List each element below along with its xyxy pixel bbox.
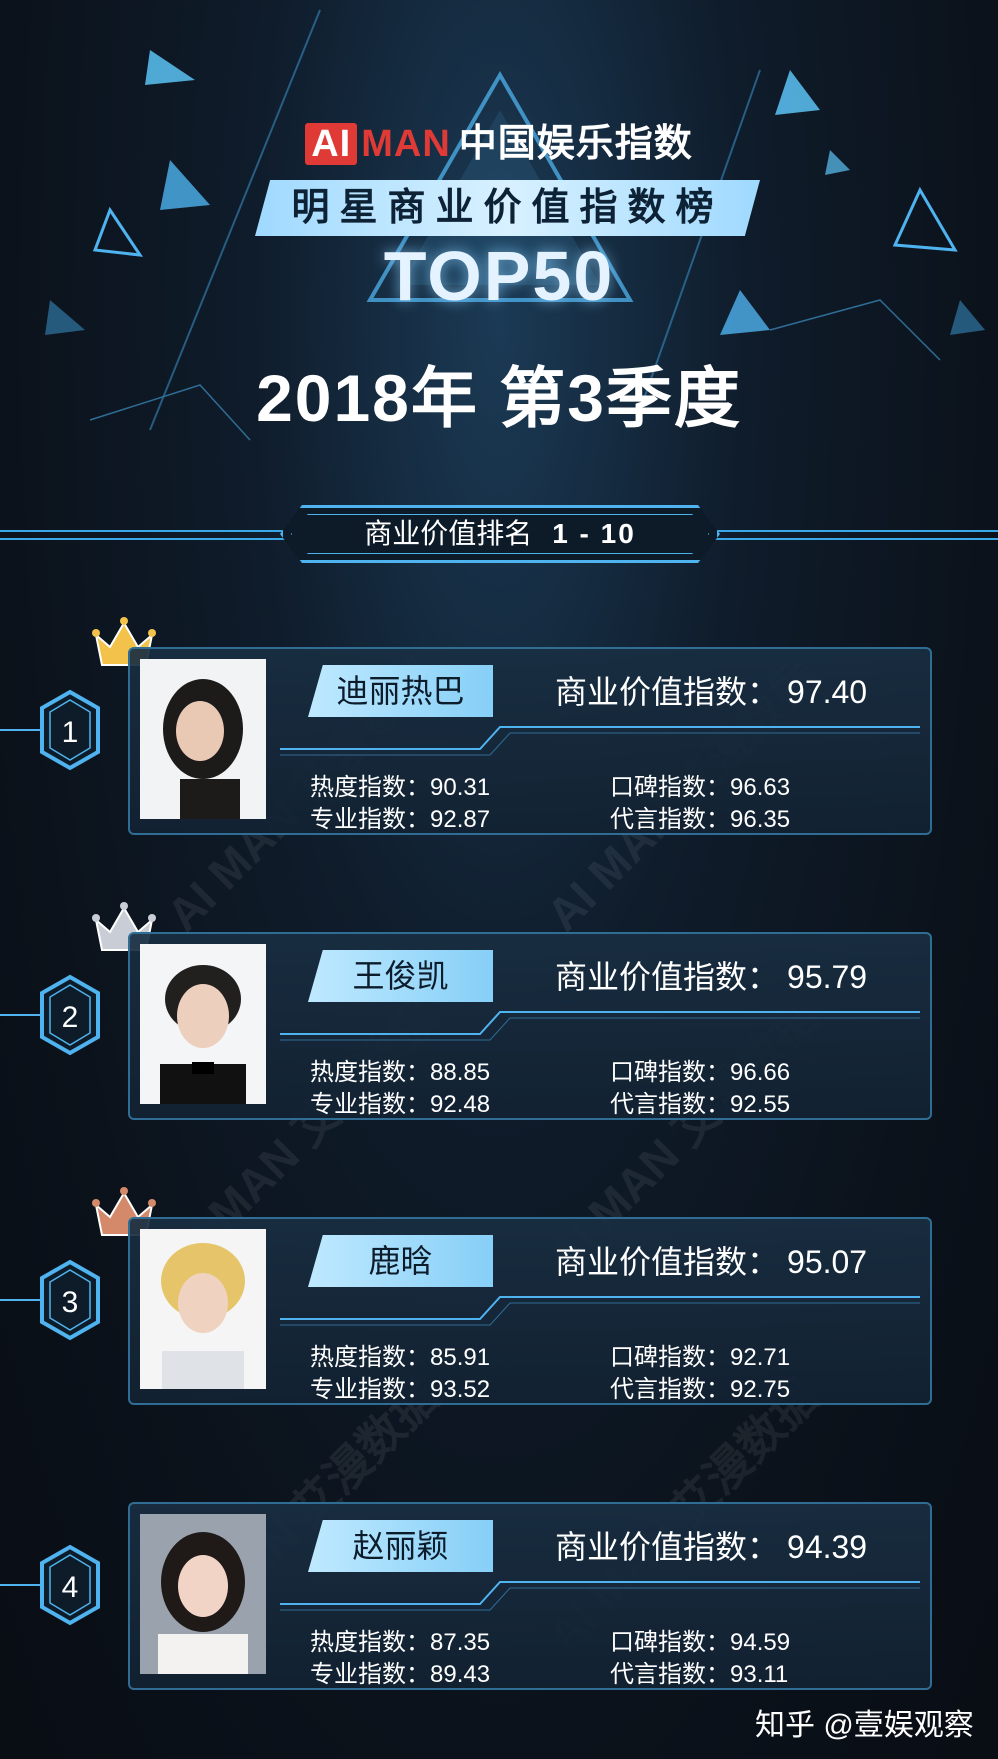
top50-title: TOP50 (383, 237, 615, 315)
rank-number: 3 (62, 1286, 79, 1319)
rank-4-badge: 4 (40, 1544, 100, 1626)
rank-number: 2 (62, 1001, 79, 1034)
endorsement-index: 代言指数：92.75 (610, 1376, 791, 1403)
heat-index: 热度指数：85.91 (310, 1344, 491, 1371)
endorsement-index: 代言指数：92.55 (610, 1091, 791, 1118)
avatar (140, 1229, 266, 1389)
heat-index: 热度指数：88.85 (310, 1059, 491, 1086)
reputation-index: 口碑指数：92.71 (610, 1344, 791, 1371)
rank-number: 1 (62, 716, 79, 749)
rank-1-badge: 1 (40, 689, 100, 771)
divider-lines (280, 1011, 920, 1041)
professional-index: 专业指数：92.48 (310, 1091, 491, 1118)
star-name: 赵丽颖 (308, 1520, 493, 1572)
star-name: 王俊凯 (308, 950, 493, 1002)
reputation-index: 口碑指数：94.59 (610, 1629, 791, 1656)
season-title: 2018年 第3季度 (256, 361, 742, 435)
avatar (140, 944, 266, 1104)
endorsement-index: 代言指数：93.11 (610, 1661, 789, 1688)
commercial-value-score: 商业价值指数： 95.07 (555, 1244, 868, 1280)
heat-index: 热度指数：90.31 (310, 774, 491, 801)
reputation-index: 口碑指数：96.66 (610, 1059, 791, 1086)
avatar (140, 1514, 266, 1674)
source-credit: 知乎 @壹娱观察 (755, 1709, 974, 1742)
commercial-value-score: 商业价值指数： 94.39 (555, 1529, 868, 1565)
brand-ai: AI (305, 123, 358, 165)
brand-title: AI MAN 中国娱乐指数 (0, 112, 998, 167)
commercial-value-score: 商业价值指数： 95.79 (555, 959, 868, 995)
rank-3-badge: 3 (40, 1259, 100, 1341)
ranking-card-4[interactable]: 赵丽颖 商业价值指数： 94.39 热度指数：87.35 专业指数：89.43 口… (128, 1502, 932, 1690)
section-label: 商业价值排名 1 - 10 (280, 505, 720, 563)
ranking-card-3[interactable]: 鹿晗 商业价值指数： 95.07 热度指数：85.91 专业指数：93.52 口碑… (128, 1217, 932, 1405)
ranking-card-2[interactable]: 王俊凯 商业价值指数： 95.79 热度指数：88.85 专业指数：92.48 口… (128, 932, 932, 1120)
section-title: 商业价值排名 (364, 518, 533, 549)
star-name: 迪丽热巴 (308, 665, 493, 717)
endorsement-index: 代言指数：96.35 (610, 806, 791, 833)
brand-name: 中国娱乐指数 (458, 123, 693, 165)
professional-index: 专业指数：93.52 (310, 1376, 491, 1403)
chart-banner: 明星商业价值指数榜 (255, 180, 760, 236)
divider-lines (280, 1581, 920, 1611)
avatar (140, 659, 266, 819)
rank-number: 4 (62, 1571, 79, 1604)
commercial-value-score: 商业价值指数： 97.40 (555, 674, 868, 710)
ranking-card-1[interactable]: 迪丽热巴 商业价值指数： 97.40 热度指数：90.31 专业指数：92.87 … (128, 647, 932, 835)
divider-lines (280, 726, 920, 756)
reputation-index: 口碑指数：96.63 (610, 774, 791, 801)
divider-lines (280, 1296, 920, 1326)
section-range: 1 - 10 (552, 518, 636, 549)
professional-index: 专业指数：89.43 (310, 1661, 491, 1688)
star-name: 鹿晗 (308, 1235, 493, 1287)
heat-index: 热度指数：87.35 (310, 1629, 491, 1656)
brand-man: MAN (361, 123, 451, 165)
rank-2-badge: 2 (40, 974, 100, 1056)
professional-index: 专业指数：92.87 (310, 806, 491, 833)
